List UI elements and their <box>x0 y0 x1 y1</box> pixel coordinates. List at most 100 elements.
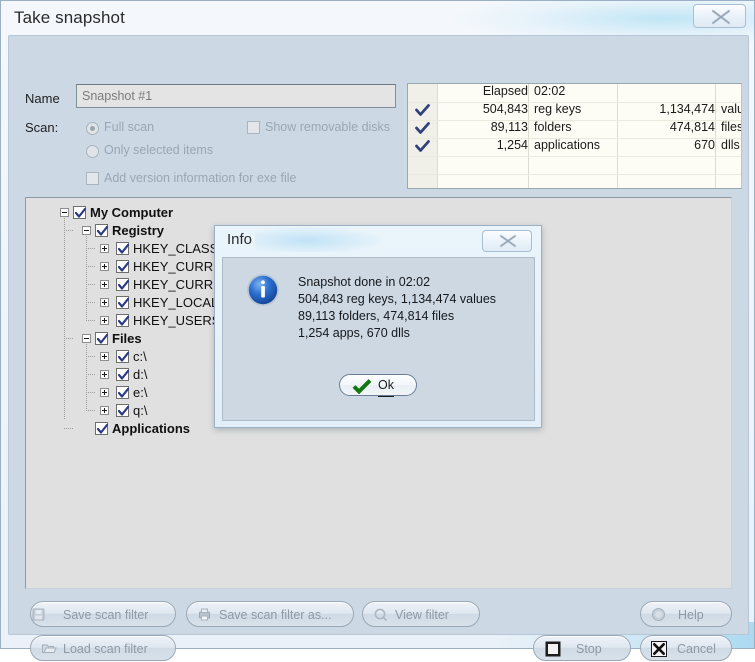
tree-node-checkbox[interactable] <box>116 386 129 399</box>
info-dialog-close-button[interactable] <box>482 230 532 252</box>
tree-node-checkbox[interactable] <box>116 404 129 417</box>
tree-node-checkbox[interactable] <box>116 314 129 327</box>
tree-node-label: d:\ <box>133 367 148 382</box>
expand-plus-icon[interactable] <box>100 370 109 379</box>
tree-connector <box>86 320 95 321</box>
tree-node[interactable]: My Computer <box>27 204 731 222</box>
collapse-minus-icon[interactable] <box>82 334 91 343</box>
cancel-x-icon <box>651 641 667 660</box>
check-icon <box>118 262 129 272</box>
stats-label-left: reg keys <box>534 102 582 116</box>
tree-connector <box>64 218 65 420</box>
window-close-button[interactable] <box>693 4 746 28</box>
expand-plus-icon[interactable] <box>100 262 109 271</box>
stats-row-check <box>415 140 430 156</box>
close-x-icon <box>711 9 731 25</box>
tree-node-checkbox[interactable] <box>95 224 108 237</box>
tree-connector <box>86 284 95 285</box>
radio-full-scan-label: Full scan <box>104 120 155 134</box>
tree-connector <box>86 356 95 357</box>
save-scan-filter-button[interactable]: Save scan filter <box>30 601 176 627</box>
stats-value-left: 504,843 <box>482 102 528 116</box>
checkbox-add-version-information-label: Add version information for exe file <box>104 171 297 185</box>
save-icon <box>31 607 46 625</box>
stats-value-right: 474,814 <box>669 120 715 134</box>
tree-node-checkbox[interactable] <box>116 278 129 291</box>
info-dialog-message: Snapshot done in 02:02 504,843 reg keys,… <box>298 275 497 340</box>
tree-connector <box>86 248 95 249</box>
tree-node-checkbox[interactable] <box>116 296 129 309</box>
tree-connector <box>86 302 95 303</box>
help-button[interactable]: Help <box>640 601 732 627</box>
check-icon <box>118 244 129 254</box>
collapse-minus-icon[interactable] <box>60 208 69 217</box>
stats-value-right: 670 <box>694 138 715 152</box>
view-filter-button[interactable]: View filter <box>362 601 480 627</box>
scan-label: Scan: <box>25 120 59 135</box>
load-scan-filter-button[interactable]: Load scan filter <box>30 635 176 661</box>
tree-connector <box>86 266 95 267</box>
cancel-button[interactable]: Cancel <box>640 635 732 661</box>
info-dialog-ok-label: Ok <box>378 375 394 397</box>
checkmark-icon <box>352 379 372 394</box>
tree-node-checkbox[interactable] <box>116 350 129 363</box>
tree-connector <box>86 374 95 375</box>
expand-plus-icon[interactable] <box>100 388 109 397</box>
tree-node-label: Registry <box>112 223 165 238</box>
window-title: Take snapshot <box>14 8 125 27</box>
tree-connector <box>64 338 73 339</box>
view-filter-label: View filter <box>395 608 449 622</box>
stop-square-icon <box>545 641 561 660</box>
info-dialog-glow-decoration <box>255 226 385 252</box>
check-icon <box>415 122 430 134</box>
checkbox-add-version-information[interactable] <box>86 172 99 185</box>
expand-plus-icon[interactable] <box>100 298 109 307</box>
stats-value-right: 1,134,474 <box>659 102 715 116</box>
tree-node-checkbox[interactable] <box>116 368 129 381</box>
tree-node-label: HKEY_USERS <box>133 313 221 328</box>
tree-node-checkbox[interactable] <box>95 332 108 345</box>
check-icon <box>118 280 129 290</box>
stats-label-left: folders <box>534 120 572 134</box>
radio-full-scan[interactable] <box>86 122 99 135</box>
stats-elapsed-label: Elapsed <box>482 84 528 98</box>
info-dialog-ok-button[interactable]: Ok <box>339 374 417 397</box>
info-dialog-title: Info <box>227 231 253 248</box>
snapshot-name-input[interactable]: Snapshot #1 <box>76 84 396 108</box>
checkbox-show-removable-disks[interactable] <box>247 121 260 134</box>
stats-row-divider <box>408 156 741 157</box>
stats-value-left: 89,113 <box>490 120 528 134</box>
tree-connector <box>64 428 73 429</box>
check-icon <box>118 370 129 380</box>
expand-plus-icon[interactable] <box>100 316 109 325</box>
scan-statistics-grid: Elapsed 02:02 504,843 reg keys 1,134,474 valu… <box>407 83 742 189</box>
expand-plus-icon[interactable] <box>100 280 109 289</box>
folder-open-icon <box>41 641 57 659</box>
tree-node-checkbox[interactable] <box>116 260 129 273</box>
stop-button[interactable]: Stop <box>533 635 631 661</box>
stats-row-divider <box>408 174 741 175</box>
save-scan-filter-as-button[interactable]: Save scan filter as... <box>186 601 354 627</box>
collapse-minus-icon[interactable] <box>82 226 91 235</box>
expand-plus-icon[interactable] <box>100 406 109 415</box>
expand-plus-icon[interactable] <box>100 244 109 253</box>
stats-row: 89,113 folders 474,814 files <box>408 120 741 138</box>
checkbox-show-removable-disks-label: Show removable disks <box>265 120 391 134</box>
stats-row: 504,843 reg keys 1,134,474 values <box>408 102 741 120</box>
tree-node-label: Files <box>112 331 142 346</box>
check-icon <box>118 388 129 398</box>
stats-row-check <box>415 104 430 120</box>
stop-label: Stop <box>576 642 602 656</box>
tree-node-checkbox[interactable] <box>73 206 86 219</box>
stats-row: Elapsed 02:02 <box>408 84 741 102</box>
expand-plus-icon[interactable] <box>100 352 109 361</box>
save-as-printer-icon <box>197 607 212 625</box>
close-x-icon <box>499 234 517 248</box>
stats-value-left: 1,254 <box>496 138 528 152</box>
tree-node-checkbox[interactable] <box>116 242 129 255</box>
tree-node-checkbox[interactable] <box>95 422 108 435</box>
tree-connector <box>86 410 95 411</box>
stats-label-right: files <box>721 120 742 134</box>
check-icon <box>118 316 129 326</box>
radio-only-selected-items[interactable] <box>86 145 99 158</box>
